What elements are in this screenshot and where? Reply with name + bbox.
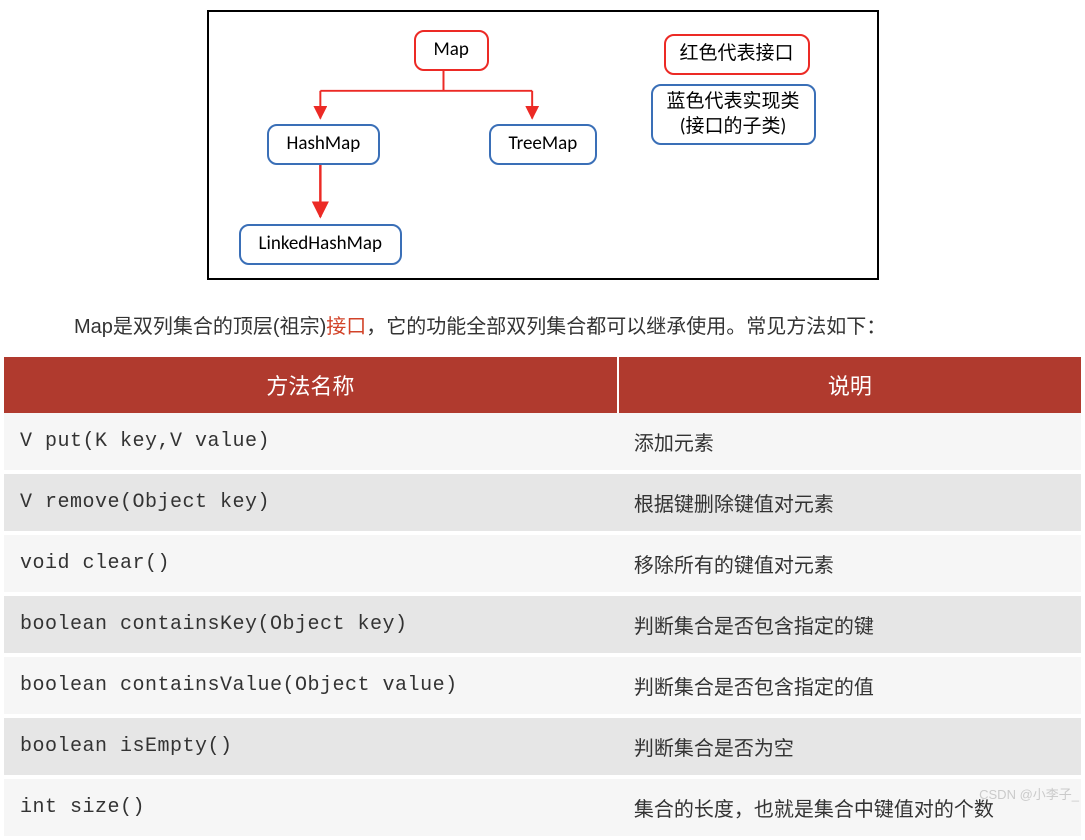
node-hashmap-label: HashMap: [287, 132, 361, 155]
header-method: 方法名称: [4, 357, 618, 413]
method-description: 移除所有的键值对元素: [618, 533, 1081, 594]
legend-impl: 蓝色代表实现类 (接口的子类): [651, 84, 816, 145]
caption: Map是双列集合的顶层(祖宗)接口，它的功能全部双列集合都可以继承使用。常见方法…: [4, 310, 1081, 357]
method-signature: void clear(): [4, 533, 618, 594]
node-linkedhashmap-label: LinkedHashMap: [259, 232, 382, 255]
method-signature: int size(): [4, 777, 618, 838]
method-signature: boolean isEmpty(): [4, 716, 618, 777]
table-row: int size()集合的长度，也就是集合中键值对的个数: [4, 777, 1081, 838]
legend-impl-line1: 蓝色代表实现类: [667, 90, 800, 115]
class-hierarchy-diagram: Map HashMap TreeMap LinkedHashMap 红色代表接口…: [207, 10, 879, 280]
header-desc: 说明: [618, 357, 1081, 413]
caption-highlight: 接口: [326, 316, 366, 338]
node-linkedhashmap: LinkedHashMap: [239, 224, 402, 265]
method-description: 判断集合是否包含指定的值: [618, 655, 1081, 716]
method-signature: V put(K key,V value): [4, 413, 618, 472]
table-row: boolean containsValue(Object value)判断集合是…: [4, 655, 1081, 716]
method-description: 判断集合是否包含指定的键: [618, 594, 1081, 655]
node-map-label: Map: [434, 38, 469, 61]
table-row: V remove(Object key)根据键删除键值对元素: [4, 472, 1081, 533]
legend-interface-label: 红色代表接口: [680, 42, 794, 65]
table-row: void clear()移除所有的键值对元素: [4, 533, 1081, 594]
legend-impl-line2: (接口的子类): [667, 115, 800, 140]
caption-after: ，它的功能全部双列集合都可以继承使用。常见方法如下：: [366, 316, 886, 338]
table-row: boolean containsKey(Object key)判断集合是否包含指…: [4, 594, 1081, 655]
method-signature: boolean containsKey(Object key): [4, 594, 618, 655]
method-description: 集合的长度，也就是集合中键值对的个数: [618, 777, 1081, 838]
methods-table: 方法名称 说明 V put(K key,V value)添加元素V remove…: [4, 357, 1081, 840]
method-signature: V remove(Object key): [4, 472, 618, 533]
method-signature: boolean containsValue(Object value): [4, 655, 618, 716]
method-description: 判断集合是否为空: [618, 716, 1081, 777]
caption-before: Map是双列集合的顶层(祖宗): [74, 316, 326, 338]
method-description: 添加元素: [618, 413, 1081, 472]
node-map: Map: [414, 30, 489, 71]
table-row: V put(K key,V value)添加元素: [4, 413, 1081, 472]
node-treemap: TreeMap: [489, 124, 598, 165]
table-row: boolean isEmpty()判断集合是否为空: [4, 716, 1081, 777]
node-treemap-label: TreeMap: [509, 132, 578, 155]
method-description: 根据键删除键值对元素: [618, 472, 1081, 533]
legend-interface: 红色代表接口: [664, 34, 810, 75]
table-header-row: 方法名称 说明: [4, 357, 1081, 413]
node-hashmap: HashMap: [267, 124, 381, 165]
